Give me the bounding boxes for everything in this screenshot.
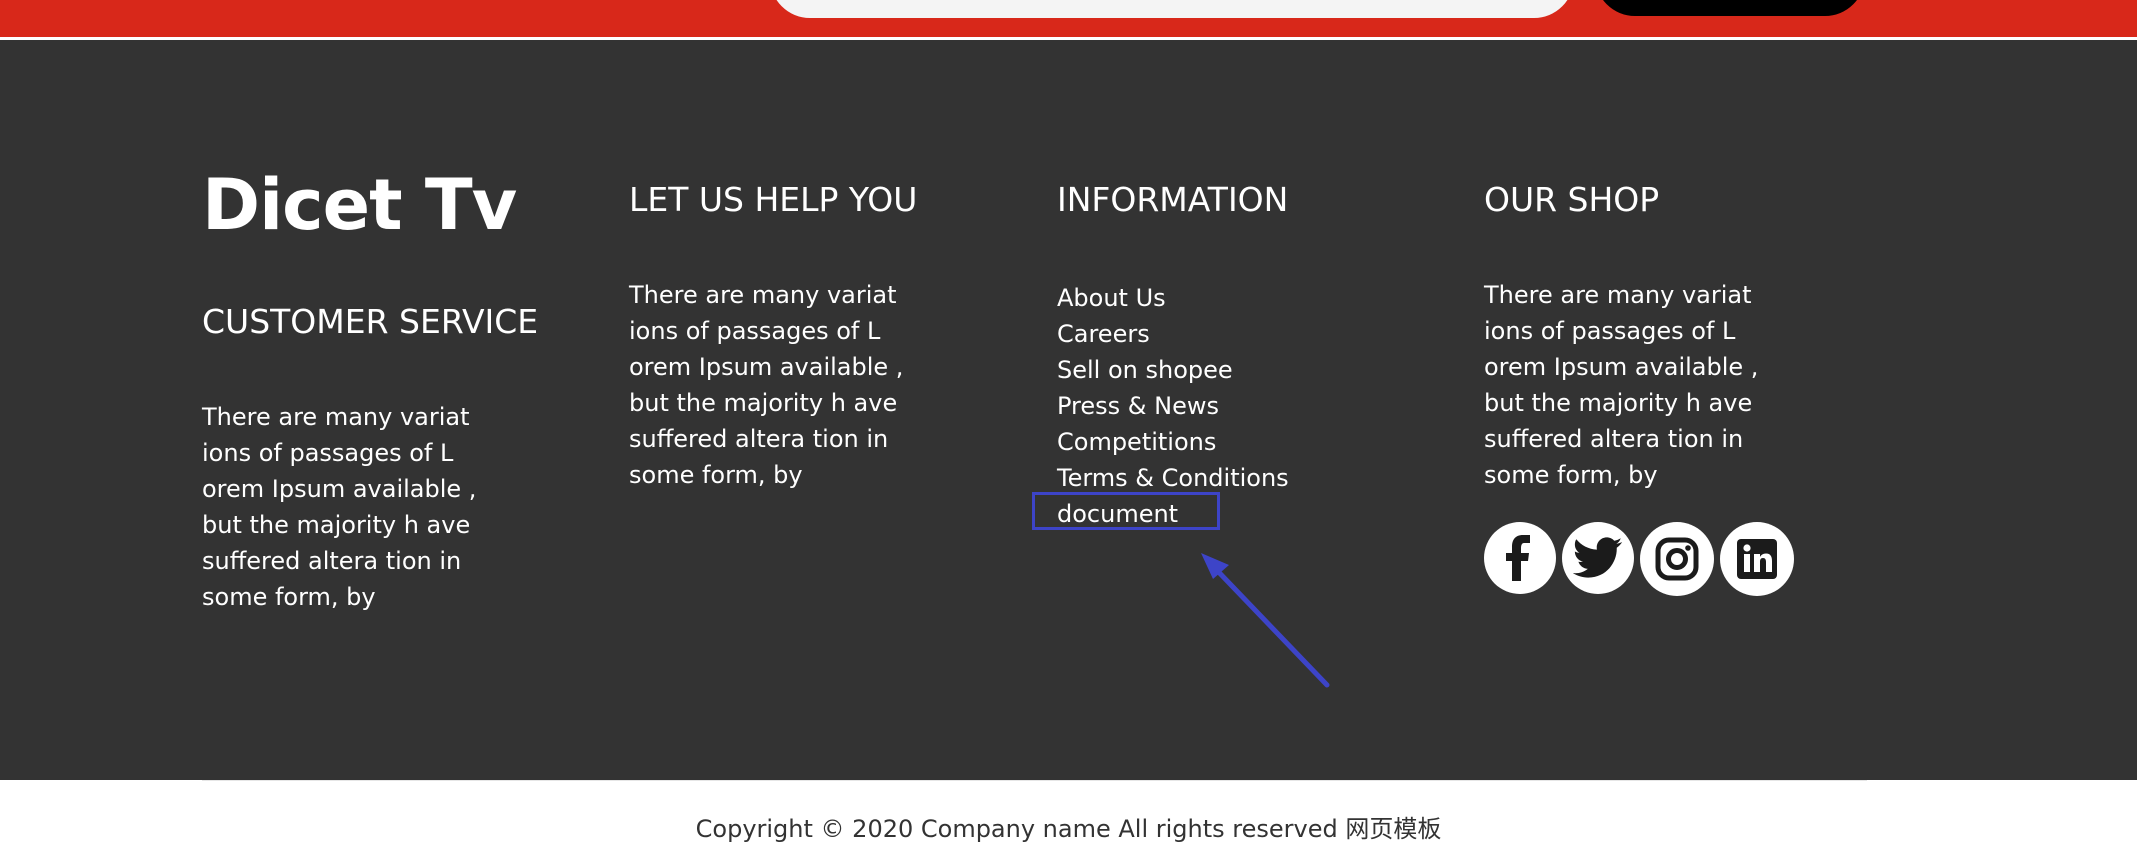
facebook-icon	[1506, 535, 1530, 581]
newsletter-band	[0, 0, 2137, 40]
help-text: There are many variat ions of passages o…	[629, 281, 904, 489]
footer: Dicet Tv CUSTOMER SERVICE There are many…	[0, 40, 2137, 780]
twitter-icon	[1573, 537, 1623, 578]
linkedin-button[interactable]	[1720, 522, 1794, 596]
facebook-button[interactable]	[1484, 522, 1556, 594]
link-press-news[interactable]: Press & News	[1057, 388, 1289, 424]
link-about-us[interactable]: About Us	[1057, 280, 1289, 316]
newsletter-subscribe-button[interactable]	[1595, 0, 1865, 16]
link-competitions[interactable]: Competitions	[1057, 424, 1289, 460]
link-sell-on-shopee[interactable]: Sell on shopee	[1057, 352, 1289, 388]
help-heading: LET US HELP YOU	[629, 180, 918, 219]
social-links	[1484, 522, 1794, 596]
twitter-button[interactable]	[1562, 522, 1634, 594]
information-links: About Us Careers Sell on shopee Press & …	[1057, 280, 1289, 532]
copyright-text: Copyright © 2020 Company name All rights…	[695, 815, 1442, 843]
instagram-button[interactable]	[1640, 522, 1714, 596]
link-terms-conditions[interactable]: Terms & Conditions	[1057, 460, 1289, 496]
link-careers[interactable]: Careers	[1057, 316, 1289, 352]
linkedin-icon	[1737, 539, 1777, 579]
information-heading: INFORMATION	[1057, 180, 1289, 219]
link-document[interactable]: document	[1057, 496, 1289, 532]
site-logo[interactable]: Dicet Tv	[202, 170, 517, 240]
newsletter-email-input[interactable]	[770, 0, 1574, 18]
customer-service-heading: CUSTOMER SERVICE	[202, 302, 539, 341]
customer-service-text: There are many variat ions of passages o…	[202, 403, 477, 611]
copyright-divider	[202, 780, 1867, 781]
instagram-icon	[1655, 537, 1699, 581]
shop-heading: OUR SHOP	[1484, 180, 1660, 219]
copyright-bar: Copyright © 2020 Company name All rights…	[0, 780, 2137, 843]
shop-text: There are many variat ions of passages o…	[1484, 281, 1759, 489]
